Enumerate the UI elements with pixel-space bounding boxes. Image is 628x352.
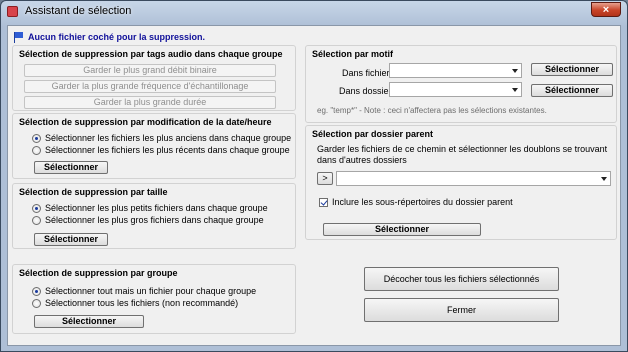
include-subfolders-checkbox[interactable]: Inclure les sous-répertoires du dossier … (319, 197, 513, 207)
in-folder-label: Dans dossier (339, 86, 392, 96)
all-files-radio[interactable]: Sélectionner tous les fichiers (non reco… (32, 298, 238, 308)
radio-indicator (32, 298, 41, 308)
dropdown-arrow-icon (512, 88, 518, 92)
in-file-select-button[interactable]: Sélectionner (531, 63, 613, 76)
selection-assistant-window: Assistant de sélection × Aucun fichier c… (0, 0, 628, 352)
per-group-group-title: Sélection de suppression par groupe (19, 268, 178, 278)
browse-button[interactable]: > (317, 172, 333, 185)
include-subfolders-label: Inclure les sous-répertoires du dossier … (332, 197, 513, 207)
keep-highest-samplerate-button[interactable]: Garder la plus grande fréquence d'échant… (24, 80, 276, 93)
radio-indicator (32, 286, 41, 296)
close-window-button[interactable]: × (591, 2, 621, 17)
uncheck-all-button[interactable]: Décocher tous les fichiers sélectionnés (364, 267, 559, 291)
pattern-group-title: Sélection par motif (312, 49, 394, 59)
radio-indicator (32, 215, 41, 225)
largest-files-label: Sélectionner les plus gros fichiers dans… (45, 215, 264, 225)
close-button[interactable]: Fermer (364, 298, 559, 322)
parent-select-button[interactable]: Sélectionner (323, 223, 481, 236)
oldest-files-radio[interactable]: Sélectionner les fichiers les plus ancie… (32, 133, 291, 143)
size-group-title: Sélection de suppression par taille (19, 187, 168, 197)
app-icon (7, 6, 18, 17)
title-bar[interactable]: Assistant de sélection × (1, 1, 627, 23)
in-file-combo[interactable] (389, 63, 522, 78)
smallest-files-radio[interactable]: Sélectionner les plus petits fichiers da… (32, 203, 268, 213)
smallest-files-label: Sélectionner les plus petits fichiers da… (45, 203, 268, 213)
tags-audio-group: Sélection de suppression par tags audio … (12, 45, 296, 111)
parent-folder-group-title: Sélection par dossier parent (312, 129, 434, 139)
all-but-one-radio[interactable]: Sélectionner tout mais un fichier pour c… (32, 286, 256, 296)
notice-text: Aucun fichier coché pour la suppression. (28, 32, 206, 42)
size-select-button[interactable]: Sélectionner (34, 233, 108, 246)
checkbox-indicator (319, 197, 328, 207)
date-time-group-title: Sélection de suppression par modificatio… (19, 117, 272, 127)
date-select-button[interactable]: Sélectionner (34, 161, 108, 174)
largest-files-radio[interactable]: Sélectionner les plus gros fichiers dans… (32, 215, 264, 225)
parent-path-combo[interactable] (336, 171, 611, 186)
oldest-files-label: Sélectionner les fichiers les plus ancie… (45, 133, 292, 143)
date-time-group: Sélection de suppression par modificatio… (12, 113, 296, 179)
tags-audio-group-title: Sélection de suppression par tags audio … (19, 49, 283, 59)
dropdown-arrow-icon (601, 177, 607, 181)
flag-icon (14, 31, 23, 43)
window-title: Assistant de sélection (25, 5, 132, 17)
size-group: Sélection de suppression par taille Séle… (12, 183, 296, 249)
dialog-body: Aucun fichier coché pour la suppression.… (7, 25, 621, 346)
in-folder-select-button[interactable]: Sélectionner (531, 84, 613, 97)
notice-bar: Aucun fichier coché pour la suppression. (14, 30, 205, 44)
radio-indicator (32, 203, 41, 213)
radio-indicator (32, 145, 41, 155)
group-select-button[interactable]: Sélectionner (34, 315, 144, 328)
in-file-label: Dans fichier (342, 68, 390, 78)
all-but-one-label: Sélectionner tout mais un fichier pour c… (45, 286, 257, 296)
radio-indicator (32, 133, 41, 143)
per-group-group: Sélection de suppression par groupe Séle… (12, 264, 296, 334)
newest-files-radio[interactable]: Sélectionner les fichiers les plus récen… (32, 145, 290, 155)
newest-files-label: Sélectionner les fichiers les plus récen… (45, 145, 290, 155)
pattern-group: Sélection par motif Dans fichier Sélecti… (305, 45, 617, 123)
parent-folder-group: Sélection par dossier parent Garder les … (305, 125, 617, 240)
dropdown-arrow-icon (512, 69, 518, 73)
parent-folder-description: Garder les fichiers de ce chemin et séle… (317, 144, 608, 165)
all-files-label: Sélectionner tous les fichiers (non reco… (45, 298, 239, 308)
keep-longest-duration-button[interactable]: Garder la plus grande durée (24, 96, 276, 109)
keep-highest-bitrate-button[interactable]: Garder le plus grand débit binaire (24, 64, 276, 77)
in-folder-combo[interactable] (389, 82, 522, 97)
pattern-hint: eg. "temp*" - Note : ceci n'affectera pa… (317, 106, 547, 115)
